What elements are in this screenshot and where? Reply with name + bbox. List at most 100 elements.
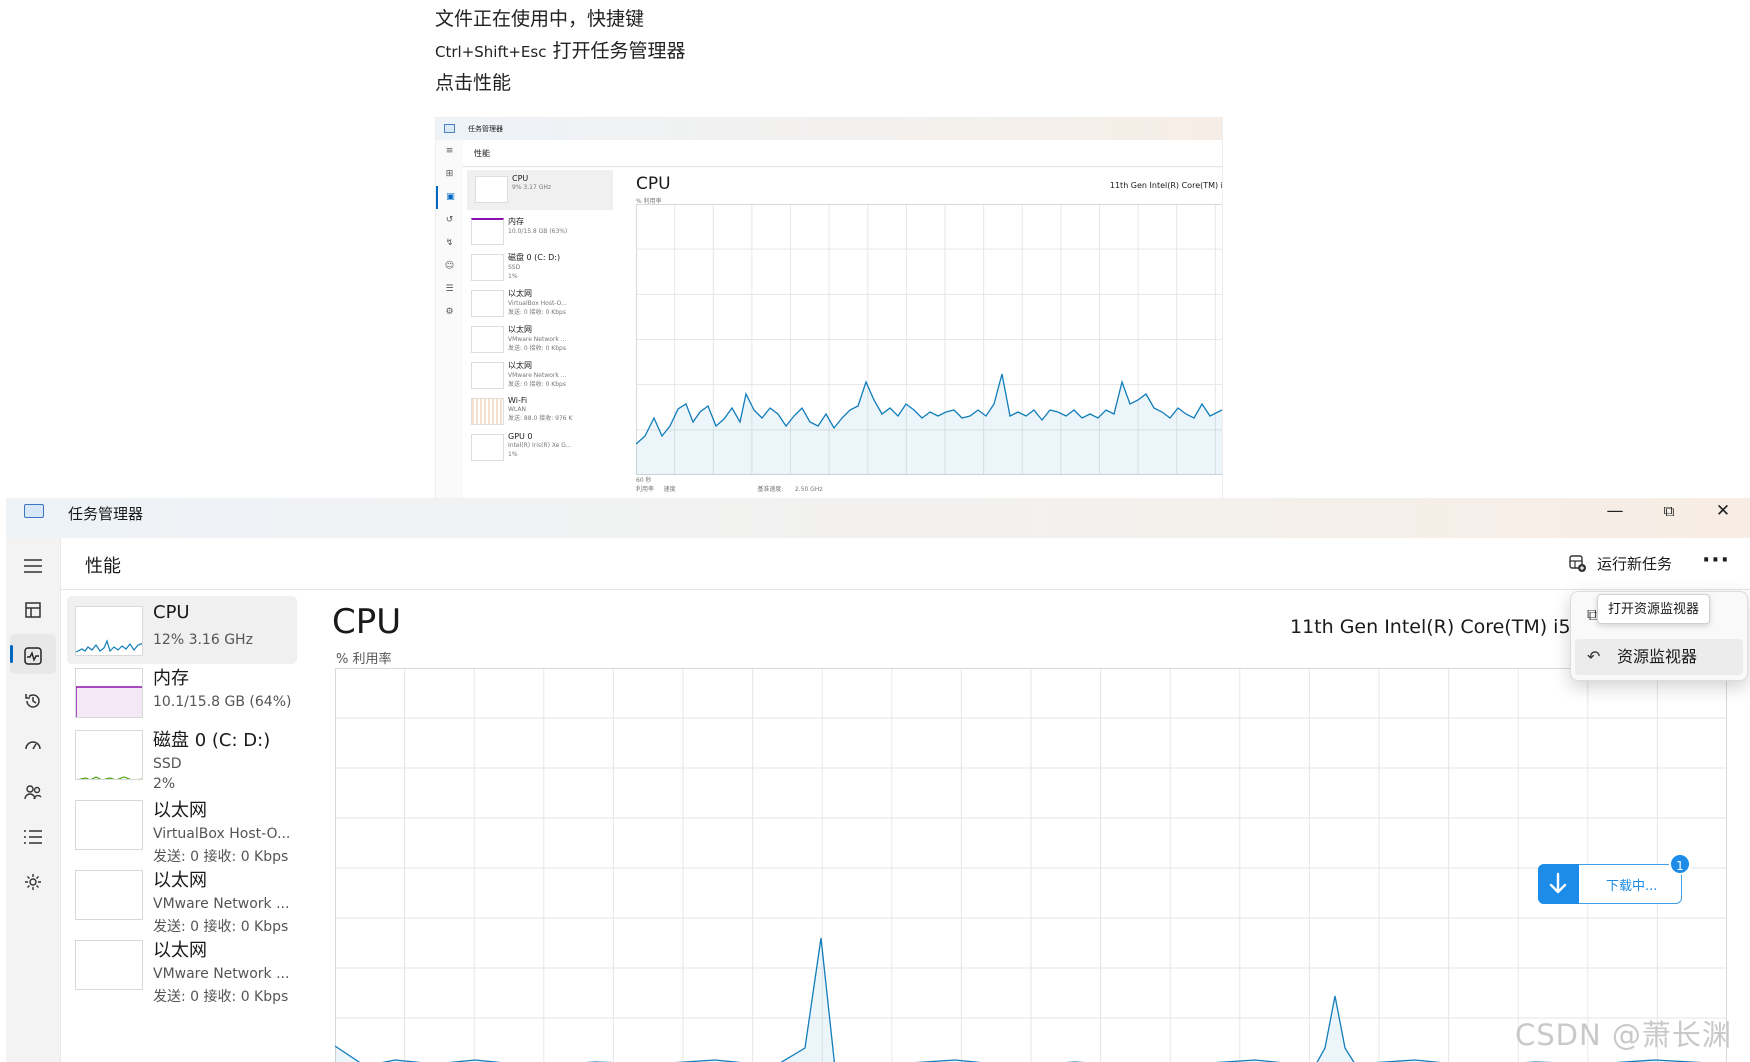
list-item-name: 以太网 <box>153 940 207 961</box>
minimize-button[interactable]: — <box>1592 498 1638 526</box>
mini-item-sub2: 发送: 88.0 接收: 976 K <box>508 415 573 422</box>
mini-item-name: GPU 0 <box>508 432 533 441</box>
mini-thumb <box>471 362 504 389</box>
cpu-title: CPU <box>332 602 402 642</box>
mini-item-name: 以太网 <box>508 325 532 334</box>
mini-resource-list: CPU 9% 3.17 GHz 内存 10.0/15.8 GB (63%) 磁盘 0 (… <box>463 168 621 499</box>
task-manager-window: 任务管理器 — ⧉ ✕ 性能 运行新任务 ··· CPU 12% 3.16 GH… <box>6 498 1750 1062</box>
list-item-sub1: VMware Network ... <box>153 896 290 912</box>
mini-item-sub2: 1% <box>508 451 518 458</box>
mini-thumb <box>471 254 504 281</box>
services-icon[interactable] <box>10 860 56 900</box>
list-item-thumbnail <box>75 870 143 920</box>
mini-graph-footer: 60 秒 利用率 速度 基准速度: 2.50 GHz <box>636 475 822 493</box>
mini-users-icon: ☺ <box>444 261 455 271</box>
resource-monitor-label: 资源监视器 <box>1617 647 1698 666</box>
mini-cpu-model: 11th Gen Intel(R) Core(TM) i5 <box>1109 181 1223 190</box>
mini-time-span: 60 秒 <box>636 477 652 484</box>
list-item-thumbnail <box>75 606 143 656</box>
details-icon[interactable] <box>10 815 56 855</box>
resource-monitor-icon: ↶ <box>1587 647 1601 666</box>
list-item-name: 内存 <box>153 668 189 689</box>
mini-item-sub2: 发送: 0 接收: 0 Kbps <box>508 381 566 388</box>
mini-cpu-title: CPU <box>636 174 671 194</box>
list-item-cpu[interactable]: CPU 12% 3.16 GHz <box>67 596 297 664</box>
processes-icon[interactable] <box>10 588 56 628</box>
startup-apps-icon[interactable] <box>10 724 56 764</box>
mini-performance-icon: ▣ <box>436 186 463 209</box>
cpu-detail-panel: CPU 11th Gen Intel(R) Core(TM) i5-11 % 利… <box>302 590 1750 1062</box>
mini-list-item: 磁盘 0 (C: D:) SSD 1% <box>463 248 621 284</box>
more-options-button[interactable]: ··· <box>1696 544 1736 584</box>
list-item-name: 以太网 <box>153 870 207 891</box>
mini-history-icon: ↺ <box>445 215 454 225</box>
list-item-sub1: VMware Network ... <box>153 966 290 982</box>
mini-details-icon: ☰ <box>445 284 454 294</box>
menu-item-resource-monitor[interactable]: ↶ 资源监视器 <box>1575 639 1743 675</box>
download-widget[interactable]: 下载中... <box>1538 864 1682 904</box>
run-new-task-icon <box>1569 555 1586 572</box>
nav-rail <box>6 538 60 1062</box>
app-history-icon[interactable] <box>10 679 56 719</box>
task-manager-app-icon <box>24 504 44 518</box>
mini-item-name: 以太网 <box>508 289 532 298</box>
list-item-sub1: 12% 3.16 GHz <box>153 632 253 648</box>
list-item-sub2: 发送: 0 接收: 0 Kbps <box>153 989 289 1005</box>
list-item-ethernet[interactable]: 以太网 VirtualBox Host-O... 发送: 0 接收: 0 Kbps <box>67 790 297 865</box>
restore-button[interactable]: ⧉ <box>1646 498 1692 526</box>
watermark: CSDN @萧长渊 <box>1515 1018 1732 1052</box>
mini-thumb <box>471 326 504 353</box>
list-item-name: 以太网 <box>153 800 207 821</box>
mini-thumb <box>471 290 504 317</box>
run-new-task-button[interactable]: 运行新任务 <box>1569 550 1672 578</box>
utilization-label: % 利用率 <box>336 652 392 667</box>
download-status: 下载中... <box>1606 879 1658 894</box>
mini-services-icon: ⚙ <box>445 307 454 317</box>
list-item-name: CPU <box>153 602 190 623</box>
hamburger-menu-icon[interactable] <box>10 544 56 584</box>
list-item-disk[interactable]: 磁盘 0 (C: D:) SSD 2% <box>67 720 297 792</box>
list-item-ethernet[interactable]: 以太网 VMware Network ... 发送: 0 接收: 0 Kbps <box>67 930 297 1005</box>
cpu-usage-graph <box>335 668 1727 1062</box>
mini-thumb <box>471 218 504 245</box>
mini-item-name: CPU <box>512 174 529 183</box>
page-title: 性能 <box>85 556 121 577</box>
performance-icon[interactable] <box>10 634 56 674</box>
mini-header: 性能 <box>463 140 1222 167</box>
window-title: 任务管理器 <box>68 505 144 523</box>
doc-line-3: 点击性能 <box>435 72 512 94</box>
mini-main-panel: CPU % 利用率 11th Gen Intel(R) Core(TM) i5 … <box>621 168 1222 499</box>
mini-list-item: 以太网 VMware Network ... 发送: 0 接收: 0 Kbps <box>463 320 621 356</box>
mini-processes-icon: ⊞ <box>445 169 454 179</box>
mini-item-name: 磁盘 0 (C: D:) <box>508 253 561 262</box>
mini-menu-icon: ≡ <box>445 146 454 156</box>
download-count-badge: 1 <box>1669 853 1691 875</box>
mini-title: 任务管理器 <box>468 125 503 133</box>
mini-item-sub1: VMware Network ... <box>508 372 567 379</box>
shortcut-keys: Ctrl+Shift+Esc <box>435 43 547 61</box>
mini-list-item: 内存 10.0/15.8 GB (63%) <box>463 212 621 248</box>
mini-thumb <box>471 398 504 425</box>
mini-item-sub1: 9% 3.17 GHz <box>512 184 552 191</box>
title-bar[interactable]: 任务管理器 — ⧉ ✕ <box>6 498 1750 538</box>
list-item-memory[interactable]: 内存 10.1/15.8 GB (64%) <box>67 658 297 726</box>
list-item-name: 磁盘 0 (C: D:) <box>153 730 271 751</box>
cpu-model-name: 11th Gen Intel(R) Core(TM) i5-11 <box>1290 616 1602 638</box>
mini-startup-icon: ↯ <box>445 238 454 248</box>
mini-list-item: GPU 0 Intel(R) Iris(R) Xe G... 1% <box>463 428 621 464</box>
mini-item-sub2: 发送: 0 接收: 0 Kbps <box>508 345 566 352</box>
list-item-sub1: VirtualBox Host-O... <box>153 826 291 842</box>
mini-cpu-graph <box>636 204 1222 475</box>
list-item-thumbnail <box>75 730 143 780</box>
mini-item-name: 以太网 <box>508 361 532 370</box>
mini-item-sub1: 10.0/15.8 GB (63%) <box>508 228 568 235</box>
list-item-ethernet[interactable]: 以太网 VMware Network ... 发送: 0 接收: 0 Kbps <box>67 860 297 935</box>
users-icon[interactable] <box>10 770 56 810</box>
mini-thumb <box>471 434 504 461</box>
resource-list: CPU 12% 3.16 GHz 内存 10.1/15.8 GB (64%) 磁盘 0 … <box>60 590 302 1062</box>
mini-footer-speed: 速度 <box>663 486 676 493</box>
mini-footer-base-value: 2.50 GHz <box>794 486 823 493</box>
mini-app-icon <box>444 124 455 133</box>
list-item-sub1: 10.1/15.8 GB (64%) <box>153 694 292 710</box>
close-button[interactable]: ✕ <box>1700 498 1746 526</box>
